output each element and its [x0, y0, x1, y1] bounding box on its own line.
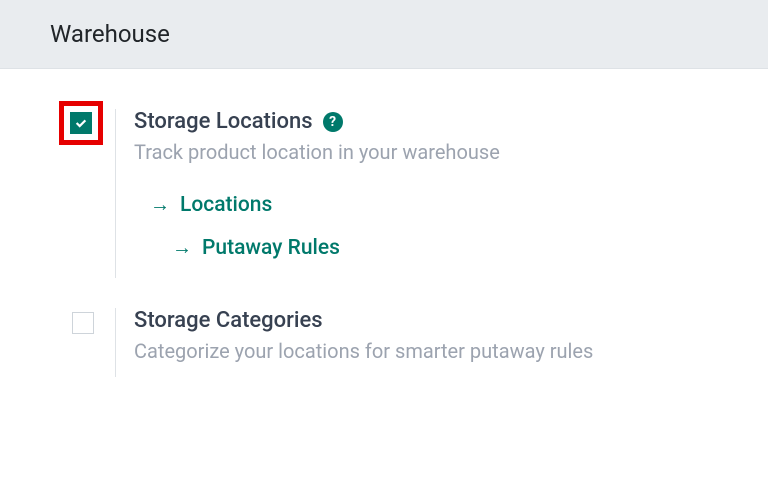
storage-categories-description: Categorize your locations for smarter pu…: [134, 339, 718, 363]
setting-storage-locations: Storage Locations ? Track product locati…: [50, 109, 718, 278]
storage-locations-title: Storage Locations: [134, 109, 313, 134]
storage-locations-links: → Locations → Putaway Rules: [134, 192, 718, 260]
section-header: Warehouse: [0, 0, 768, 69]
setting-title-row: Storage Locations ?: [134, 109, 718, 134]
storage-categories-checkbox[interactable]: [72, 312, 94, 334]
setting-body: Storage Locations ? Track product locati…: [115, 109, 718, 278]
setting-body: Storage Categories Categorize your locat…: [115, 308, 718, 377]
locations-link-label: Locations: [180, 193, 272, 217]
putaway-rules-link[interactable]: → Putaway Rules: [150, 235, 718, 260]
arrow-right-icon: →: [150, 192, 170, 217]
setting-title-row: Storage Categories: [134, 308, 718, 333]
check-icon: [74, 116, 88, 130]
arrow-right-icon: →: [172, 235, 192, 260]
setting-storage-categories: Storage Categories Categorize your locat…: [50, 308, 718, 377]
locations-link[interactable]: → Locations: [150, 192, 718, 217]
section-title: Warehouse: [50, 20, 768, 48]
storage-locations-checkbox[interactable]: [70, 112, 92, 134]
checkbox-area: [50, 308, 115, 334]
storage-categories-title: Storage Categories: [134, 308, 323, 333]
checkbox-area: [50, 109, 115, 145]
help-icon[interactable]: ?: [323, 112, 343, 132]
highlight-box: [59, 101, 103, 145]
settings-content: Storage Locations ? Track product locati…: [0, 69, 768, 427]
putaway-rules-link-label: Putaway Rules: [202, 236, 340, 260]
storage-locations-description: Track product location in your warehouse: [134, 140, 718, 164]
